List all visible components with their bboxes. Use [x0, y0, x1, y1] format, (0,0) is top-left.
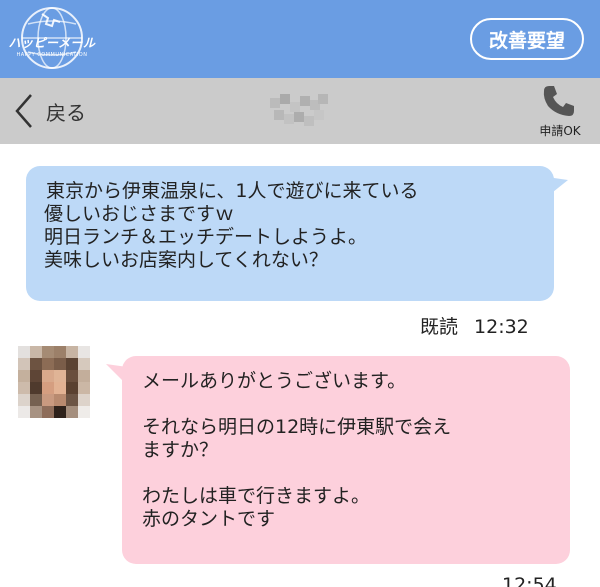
logo-text: ハッピーメール: [8, 36, 96, 50]
message-line: 優しいおじさまですｗ: [44, 203, 235, 225]
chevron-left-icon: [15, 94, 32, 128]
avatar[interactable]: [18, 346, 90, 418]
chat-nav-bar: 戻る 申請OK: [0, 78, 600, 144]
call-status-label: 申請OK: [539, 124, 581, 138]
contact-name-blurred: [270, 94, 328, 130]
app-header: ハッピーメール HAPPY COMMUNICATION 改善要望: [0, 0, 600, 78]
message-timestamp: 12:32: [474, 316, 529, 338]
message-line: 赤のタントです: [142, 508, 276, 530]
message-meta-outgoing: 既読 12:32: [420, 312, 529, 339]
message-line: それなら明日の12時に伊東駅で会え: [142, 416, 452, 438]
read-receipt: 既読: [420, 316, 459, 338]
message-line: メールありがとうございます。: [142, 370, 407, 392]
back-button[interactable]: 戻る: [14, 92, 86, 130]
message-timestamp-incoming: 12:54: [502, 574, 557, 587]
phone-icon: [543, 86, 574, 116]
improvement-request-button[interactable]: 改善要望: [470, 18, 584, 60]
message-bubble-outgoing[interactable]: 東京から伊東温泉に、1人で遊びに来ている 優しいおじさまですｗ 明日ランチ＆エッ…: [26, 166, 554, 301]
message-bubble-incoming[interactable]: メールありがとうございます。 それなら明日の12時に伊東駅で会え ますか？ わた…: [122, 356, 570, 564]
call-button[interactable]: 申請OK: [532, 84, 588, 140]
message-line: わたしは車で行きますよ。: [142, 485, 371, 507]
message-line: 明日ランチ＆エッチデートしようよ。: [44, 226, 368, 248]
app-logo[interactable]: ハッピーメール HAPPY COMMUNICATION: [6, 4, 98, 72]
message-line: 東京から伊東温泉に、1人で遊びに来ている: [46, 180, 419, 202]
message-line: ますか？: [142, 439, 219, 461]
logo-tagline: HAPPY COMMUNICATION: [16, 52, 88, 58]
message-line: 美味しいお店案内してくれない？: [44, 249, 328, 271]
back-label: 戻る: [46, 100, 86, 125]
